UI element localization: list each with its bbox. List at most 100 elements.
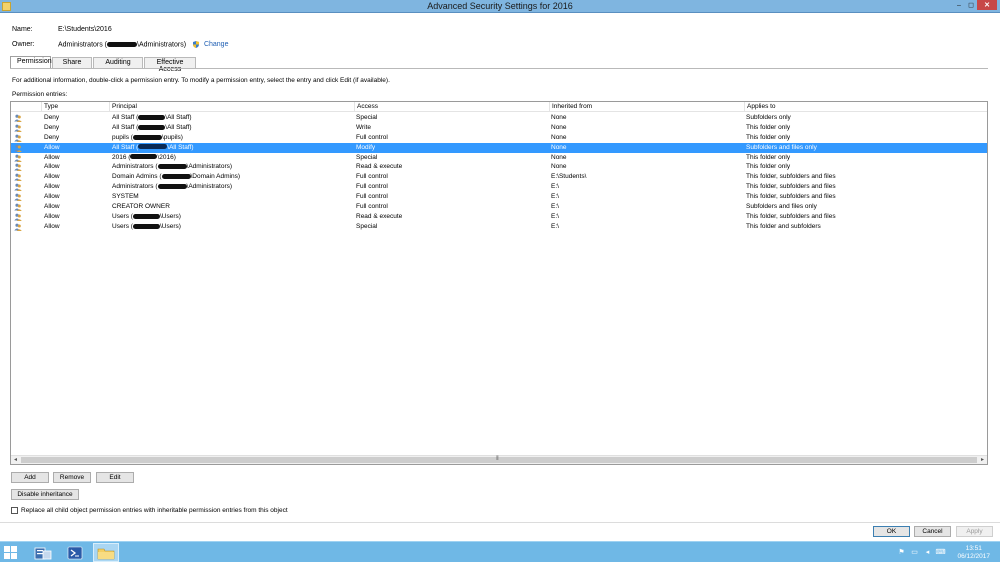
redacted-text: [157, 164, 187, 170]
principal-name: pupils (: [112, 133, 133, 141]
users-group-icon: [14, 124, 22, 132]
entry-type: Allow: [44, 203, 60, 211]
change-owner-link[interactable]: Change: [204, 41, 229, 48]
table-row[interactable]: Deny pupils (\pupils) Full control None This…: [11, 133, 987, 143]
table-row[interactable]: Deny All Staff (\All Staff) Special None Sub…: [11, 113, 987, 123]
entry-type: Allow: [44, 163, 60, 171]
edit-button[interactable]: Edit: [96, 472, 134, 483]
server-manager-icon[interactable]: [30, 543, 56, 562]
add-button[interactable]: Add: [11, 472, 49, 483]
cancel-button[interactable]: Cancel: [914, 526, 951, 537]
minimize-button[interactable]: –: [953, 0, 965, 10]
scroll-thumb[interactable]: [21, 457, 977, 463]
tab-share[interactable]: Share: [52, 57, 92, 68]
file-explorer-icon[interactable]: [93, 543, 119, 562]
users-group-icon: [14, 193, 22, 202]
entry-type: Allow: [44, 212, 60, 220]
entry-type: Allow: [44, 143, 60, 151]
scroll-right-icon[interactable]: ▸: [978, 456, 987, 464]
table-row[interactable]: Allow 2016 (\2016) Special None This folder …: [11, 153, 987, 163]
scroll-left-icon[interactable]: ◂: [11, 456, 20, 464]
window-title: Advanced Security Settings for 2016: [427, 1, 573, 11]
list-header: Type Principal Access Inherited from App…: [11, 102, 987, 112]
table-row[interactable]: Allow Administrators (\Administrators) Rea…: [11, 162, 987, 172]
principal-domain: \All Staff): [165, 114, 192, 121]
entry-principal: Administrators (\Administrators): [112, 162, 232, 172]
entry-inherited-from: E:\Students\: [551, 173, 587, 181]
table-row[interactable]: Allow All Staff (\All Staff) Modify None Sub…: [11, 142, 987, 153]
entry-principal: All Staff ( \All Staff): [112, 113, 192, 123]
remove-button[interactable]: Remove: [53, 472, 91, 483]
table-row[interactable]: Allow SYSTEM Full control E:\ This folder, s…: [11, 192, 987, 202]
users-group-icon: [14, 223, 22, 231]
table-row[interactable]: Allow CREATOR OWNER Full control E:\ Subfold…: [11, 202, 987, 212]
column-icon[interactable]: [11, 102, 41, 112]
entry-applies-to: Subfolders and files only: [746, 203, 817, 211]
column-applies-to[interactable]: Applies to: [744, 102, 987, 112]
principal-name: Domain Admins (: [112, 173, 162, 181]
users-group-icon: [14, 134, 22, 142]
maximize-button[interactable]: ◻: [965, 0, 977, 10]
principal-domain: \All Staff): [165, 123, 192, 131]
users-group-icon: [14, 164, 22, 172]
clock-time: 13:51: [965, 545, 982, 552]
clock[interactable]: 13:51 06/12/2017: [957, 545, 990, 561]
entry-inherited-from: None: [551, 114, 567, 121]
table-row[interactable]: Deny All Staff (\All Staff) Write None This …: [11, 123, 987, 133]
entry-access: Read & execute: [356, 212, 403, 220]
ok-button[interactable]: OK: [873, 526, 910, 537]
table-row[interactable]: Allow Users (\Users) Special E:\ This folder…: [11, 222, 987, 232]
flag-icon[interactable]: ⚑: [897, 547, 906, 556]
replace-child-label: Replace all child object permission entr…: [21, 507, 288, 514]
entry-applies-to: This folder only: [746, 153, 791, 161]
column-access[interactable]: Access: [354, 102, 549, 112]
principal-domain: \Administrators): [186, 183, 233, 191]
powershell-icon[interactable]: [62, 543, 88, 562]
entry-applies-to: Subfolders and files only: [746, 143, 817, 151]
redacted-text: [138, 144, 168, 150]
windows-start-icon[interactable]: [4, 546, 18, 559]
close-button[interactable]: ✕: [977, 0, 997, 10]
table-row[interactable]: Allow Domain Admins (\Domain Admins) Full …: [11, 172, 987, 182]
title-bar[interactable]: Advanced Security Settings for 2016 – ◻ …: [0, 0, 1000, 13]
replace-child-permissions-option[interactable]: Replace all child object permission entr…: [11, 507, 288, 514]
permission-entries-list[interactable]: Type Principal Access Inherited from App…: [10, 101, 988, 465]
entry-inherited-from: E:\: [551, 183, 559, 191]
column-type[interactable]: Type: [41, 102, 109, 112]
disable-inheritance-button[interactable]: Disable inheritance: [11, 489, 79, 500]
column-inherited-from[interactable]: Inherited from: [549, 102, 744, 112]
name-value: E:\Students\2016: [58, 26, 112, 33]
apply-button[interactable]: Apply: [956, 526, 993, 537]
principal-name: Users (: [112, 212, 133, 220]
table-row[interactable]: Allow Users (\Users) Read & execute E:\ This…: [11, 212, 987, 222]
entry-applies-to: This folder only: [746, 123, 791, 131]
entry-applies-to: This folder only: [746, 163, 791, 171]
table-row[interactable]: Allow Administrators (\Administrators) Ful…: [11, 182, 987, 192]
users-group-icon: [14, 114, 22, 122]
entry-applies-to: Subfolders only: [746, 114, 791, 121]
users-group-icon: [14, 154, 22, 162]
volume-icon[interactable]: ◂: [923, 547, 932, 556]
taskbar: ⚑ ▭ ◂ ⌨ 13:51 06/12/2017: [0, 541, 1000, 562]
entry-inherited-from: E:\: [551, 212, 559, 220]
name-row: Name: E:\Students\2016: [12, 26, 112, 33]
tab-effective-access[interactable]: Effective Access: [144, 57, 196, 73]
entry-applies-to: This folder and subfolders: [746, 222, 821, 230]
redacted-text: [132, 223, 160, 229]
replace-child-checkbox[interactable]: [11, 507, 18, 514]
keyboard-icon[interactable]: ⌨: [935, 547, 945, 556]
entry-inherited-from: None: [551, 133, 567, 141]
tab-permissions[interactable]: Permissions: [10, 56, 55, 68]
entry-principal: Users (\Users): [112, 212, 181, 222]
redacted-text: [138, 114, 166, 120]
principal-name: All Staff (: [112, 114, 139, 121]
entry-inherited-from: None: [551, 153, 567, 161]
network-icon[interactable]: ▭: [910, 547, 919, 556]
entry-access: Special: [356, 222, 378, 230]
column-principal[interactable]: Principal: [109, 102, 354, 112]
entry-access: Full control: [356, 183, 388, 191]
entry-principal: SYSTEM: [112, 192, 139, 202]
horizontal-scrollbar[interactable]: ◂ ⦀ ▸: [11, 455, 987, 464]
tab-auditing[interactable]: Auditing: [93, 57, 143, 68]
entry-type: Deny: [44, 123, 60, 131]
